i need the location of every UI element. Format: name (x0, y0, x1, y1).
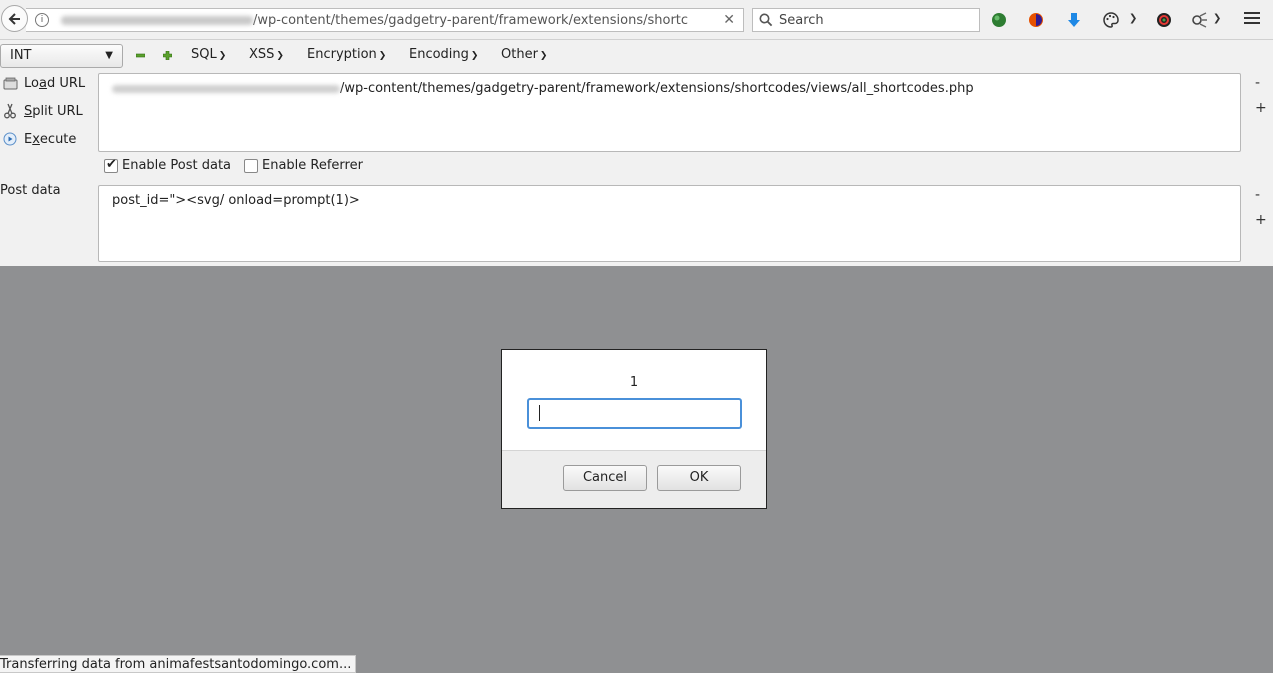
enable-referrer-checkbox[interactable]: Enable Referrer (244, 158, 363, 173)
close-icon[interactable]: ✕ (723, 12, 735, 28)
hamburger-menu-icon[interactable] (1244, 12, 1260, 26)
dialog-message: 1 (629, 375, 639, 390)
minus-icon[interactable] (136, 51, 145, 60)
other-menu[interactable]: Other ❯ (501, 47, 547, 62)
back-button[interactable] (1, 5, 28, 32)
url-path: /wp-content/themes/gadgetry-parent/frame… (253, 12, 689, 28)
load-url-button[interactable]: Lo a d URL (2, 75, 85, 91)
url-host-blurred (61, 15, 253, 25)
chevron-down-icon: ❯ (470, 51, 479, 61)
color-wheel-icon[interactable] (1155, 11, 1173, 29)
back-arrow-icon (8, 12, 20, 25)
gear-bug-icon[interactable] (1190, 11, 1208, 29)
sql-menu[interactable]: SQL ❯ (191, 47, 226, 62)
browser-navbar: i /wp-content/themes/gadgetry-parent/fra… (0, 0, 1273, 40)
chevron-down-icon[interactable]: ❯ (1213, 13, 1221, 24)
url-textarea-value: /wp-content/themes/gadgetry-parent/frame… (340, 81, 974, 96)
checkbox-checked[interactable] (104, 157, 118, 173)
chevron-down-icon: ❯ (276, 51, 284, 61)
expand-post-button[interactable]: + (1255, 212, 1267, 228)
url-textarea[interactable]: /wp-content/themes/gadgetry-parent/frame… (98, 73, 1241, 152)
ok-button[interactable]: OK (657, 465, 741, 491)
search-bar[interactable]: Search (752, 8, 980, 32)
chevron-down-icon: ❯ (539, 51, 548, 61)
post-data-value: post_id="><svg/ onload=prompt(1)> (112, 193, 360, 208)
shrink-url-button[interactable]: - (1255, 75, 1260, 91)
cancel-button[interactable]: Cancel (563, 465, 647, 491)
url-bar[interactable]: i /wp-content/themes/gadgetry-parent/fra… (26, 8, 744, 32)
shrink-post-button[interactable]: - (1255, 187, 1260, 203)
info-icon[interactable]: i (35, 13, 49, 27)
chevron-down-icon: ❯ (218, 51, 227, 61)
search-icon (759, 13, 773, 27)
search-placeholder: Search (779, 12, 824, 28)
green-ball-icon[interactable] (990, 11, 1008, 29)
prompt-input[interactable] (527, 398, 742, 429)
split-url-button[interactable]: Split URL (2, 103, 83, 119)
chevron-down-icon[interactable]: ❯ (1129, 13, 1137, 24)
type-select-value: INT (10, 48, 32, 63)
palette-icon[interactable] (1102, 11, 1120, 29)
checkbox-unchecked[interactable] (244, 158, 258, 173)
prompt-dialog: 1 Cancel OK (501, 349, 767, 509)
execute-button[interactable]: Ex ecute (2, 131, 76, 147)
expand-url-button[interactable]: + (1255, 100, 1267, 116)
encryption-menu[interactable]: Encryption ❯ (307, 47, 386, 62)
post-data-label: Post data (0, 183, 61, 198)
text-caret (539, 405, 540, 421)
load-icon (2, 75, 18, 91)
plus-icon[interactable] (163, 51, 172, 60)
enable-post-checkbox[interactable]: Enable Post data (104, 157, 231, 173)
firefox-extension-icon[interactable] (1027, 11, 1045, 29)
xss-menu[interactable]: XSS ❯ (249, 47, 284, 62)
download-arrow-icon[interactable] (1065, 11, 1083, 29)
url-host-blurred (112, 84, 340, 93)
play-icon (2, 131, 18, 147)
chevron-down-icon: ▼ (105, 50, 113, 61)
scissors-icon (2, 103, 18, 119)
encoding-menu[interactable]: Encoding ❯ (409, 47, 478, 62)
type-select[interactable]: INT ▼ (0, 44, 123, 68)
chevron-down-icon: ❯ (378, 51, 387, 61)
dialog-body: 1 (502, 350, 766, 451)
status-bar: Transferring data from animafestsantodom… (0, 655, 357, 673)
post-data-textarea[interactable]: post_id="><svg/ onload=prompt(1)> (98, 185, 1241, 262)
hackbar-panel: INT ▼ SQL ❯ XSS ❯ Encryption ❯ Encoding ❯ Ot… (0, 40, 1273, 266)
